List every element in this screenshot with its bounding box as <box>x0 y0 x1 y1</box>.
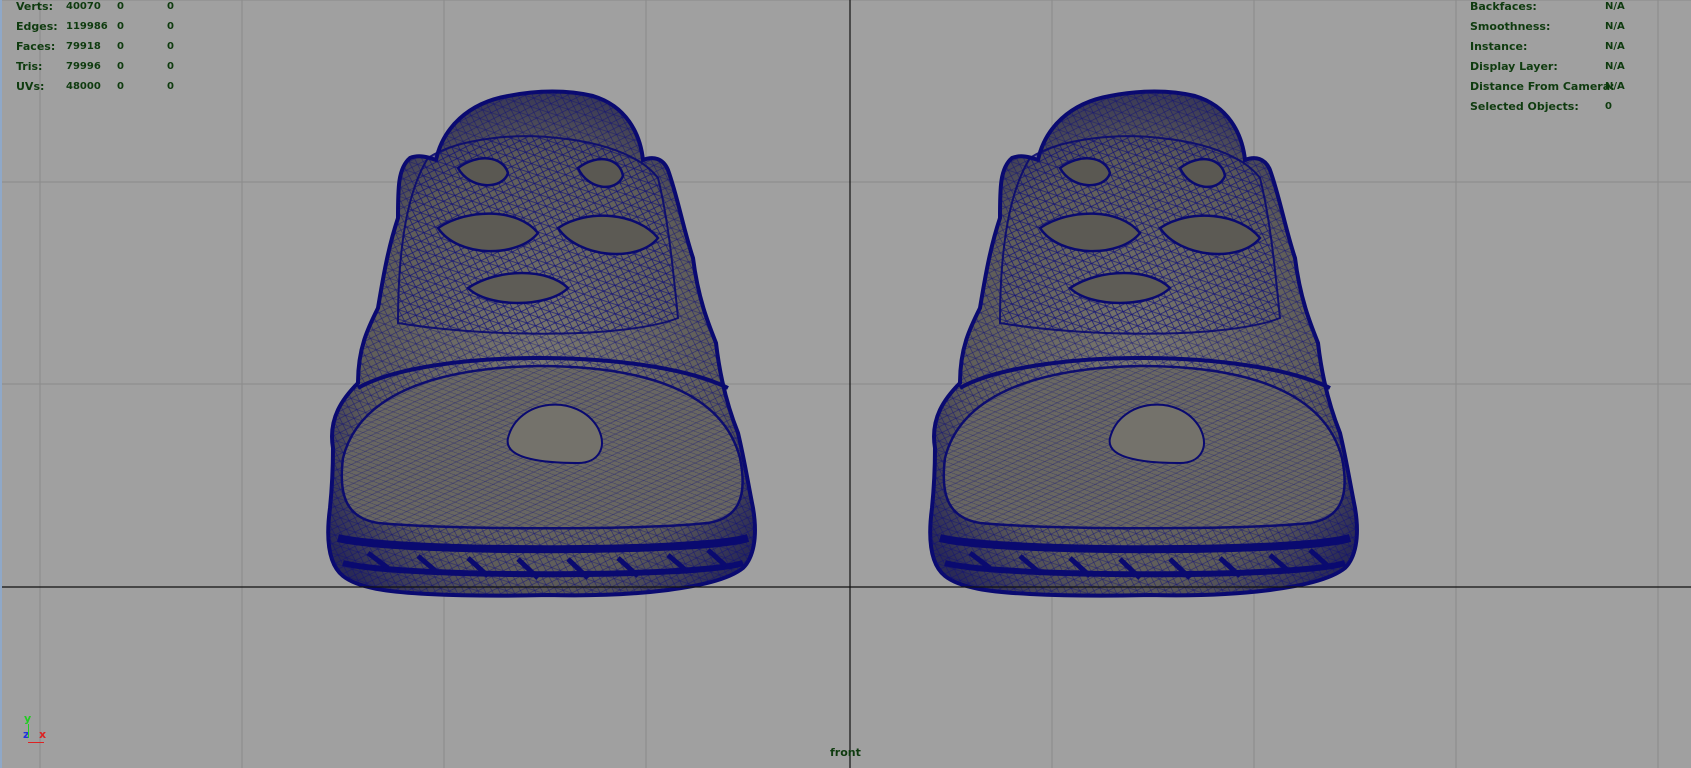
axis-orientation-gizmo: y z x <box>18 712 58 748</box>
object-detail-row: Smoothness: N/A <box>1470 17 1670 37</box>
poly-count-label: Tris: <box>16 60 43 73</box>
poly-count-total: 79918 <box>66 41 101 52</box>
object-detail-value: N/A <box>1605 41 1625 52</box>
poly-count-selected: 0 <box>117 1 124 12</box>
viewport-grid <box>0 0 1691 768</box>
object-detail-value: N/A <box>1605 81 1625 92</box>
poly-count-label: UVs: <box>16 80 45 93</box>
poly-count-hud: Verts: 40070 0 0 Edges: 119986 0 0 Faces: 79918 0 0… <box>16 0 206 97</box>
object-detail-label: Display Layer: <box>1470 60 1558 73</box>
poly-count-component: 0 <box>167 1 174 12</box>
object-detail-row: Selected Objects: 0 <box>1470 97 1670 117</box>
poly-count-component: 0 <box>167 81 174 92</box>
poly-count-label: Verts: <box>16 0 54 13</box>
axis-x-line <box>28 742 44 743</box>
poly-count-label: Faces: <box>16 40 56 53</box>
poly-count-component: 0 <box>167 41 174 52</box>
object-detail-label: Smoothness: <box>1470 20 1551 33</box>
poly-count-selected: 0 <box>117 21 124 32</box>
object-detail-value: N/A <box>1605 1 1625 12</box>
object-detail-value: N/A <box>1605 61 1625 72</box>
axis-x-label: x <box>39 728 47 741</box>
object-detail-label: Backfaces: <box>1470 0 1537 13</box>
poly-count-component: 0 <box>167 61 174 72</box>
poly-count-label: Edges: <box>16 20 58 33</box>
object-detail-label: Selected Objects: <box>1470 100 1579 113</box>
poly-count-total: 40070 <box>66 1 101 12</box>
object-detail-value: N/A <box>1605 21 1625 32</box>
shoe-model-right[interactable] <box>930 92 1357 596</box>
axis-y-line <box>28 724 29 738</box>
poly-count-row: Verts: 40070 0 0 <box>16 0 206 17</box>
poly-count-selected: 0 <box>117 81 124 92</box>
viewport-border <box>0 0 2 768</box>
poly-count-selected: 0 <box>117 61 124 72</box>
poly-count-row: Edges: 119986 0 0 <box>16 17 206 37</box>
front-viewport[interactable]: Verts: 40070 0 0 Edges: 119986 0 0 Faces: 79918 0 0… <box>0 0 1691 768</box>
object-detail-row: Backfaces: N/A <box>1470 0 1670 17</box>
poly-count-row: Tris: 79996 0 0 <box>16 57 206 77</box>
object-detail-row: Distance From Camera: N/A <box>1470 77 1670 97</box>
shoe-model-left[interactable] <box>328 92 755 596</box>
poly-count-selected: 0 <box>117 41 124 52</box>
object-details-hud: Backfaces: N/A Smoothness: N/A Instance: N/A D… <box>1470 0 1670 117</box>
object-detail-label: Instance: <box>1470 40 1528 53</box>
poly-count-component: 0 <box>167 21 174 32</box>
object-detail-row: Display Layer: N/A <box>1470 57 1670 77</box>
object-detail-value: 0 <box>1605 101 1612 112</box>
poly-count-total: 79996 <box>66 61 101 72</box>
poly-count-row: Faces: 79918 0 0 <box>16 37 206 57</box>
poly-count-row: UVs: 48000 0 0 <box>16 77 206 97</box>
viewport-scene[interactable] <box>0 0 1691 768</box>
object-detail-row: Instance: N/A <box>1470 37 1670 57</box>
poly-count-total: 48000 <box>66 81 101 92</box>
poly-count-total: 119986 <box>66 21 108 32</box>
camera-name-label: front <box>830 746 861 759</box>
object-detail-label: Distance From Camera: <box>1470 80 1615 93</box>
